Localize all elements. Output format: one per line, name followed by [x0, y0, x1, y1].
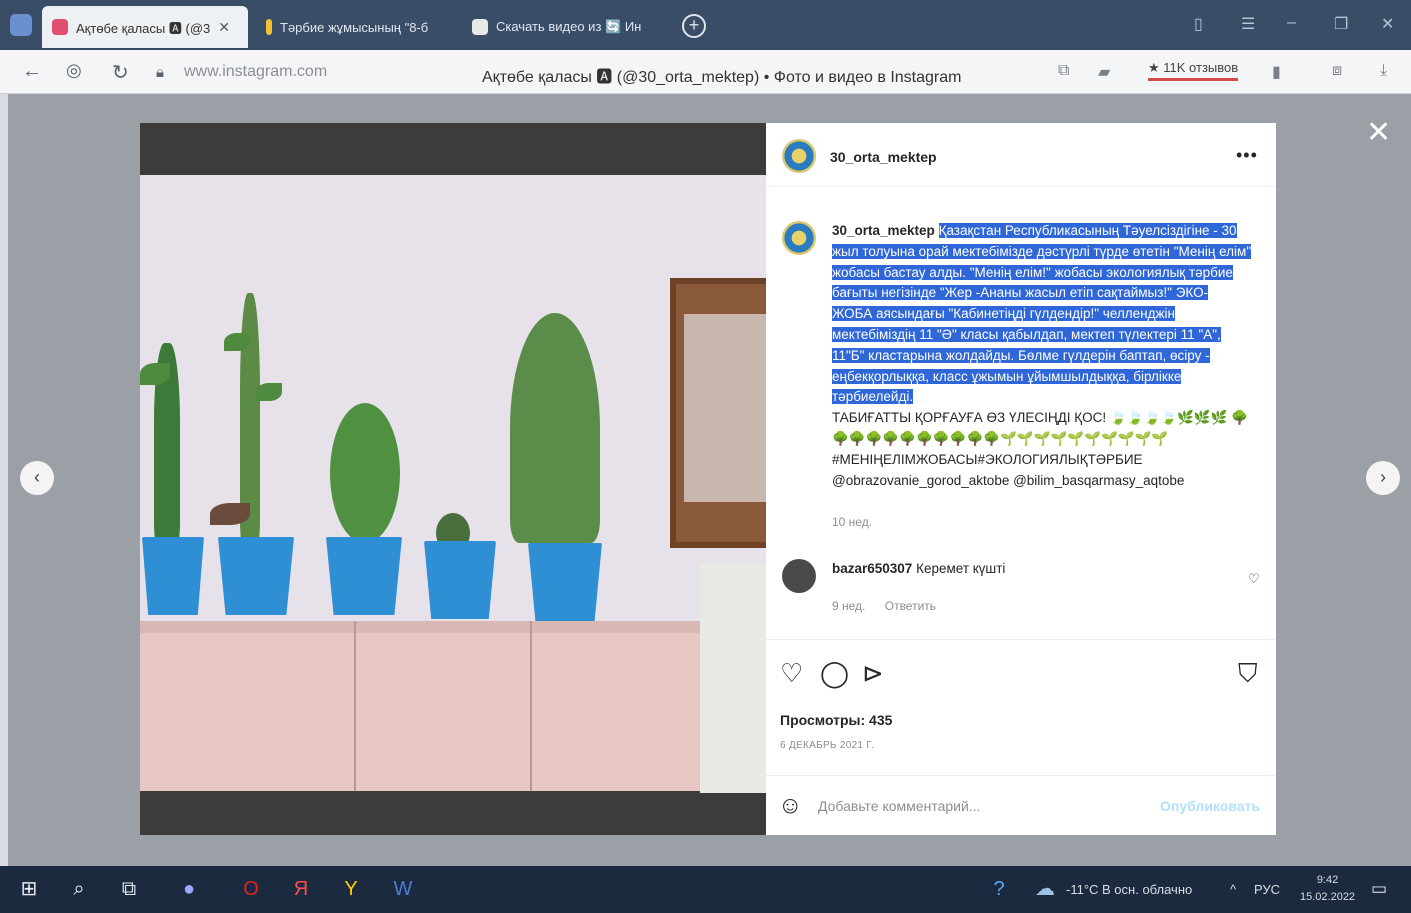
- notifications-icon[interactable]: ▭: [1364, 876, 1394, 902]
- comment-text: Керемет күшті: [916, 561, 1006, 576]
- protect-icon[interactable]: ◎: [66, 60, 82, 81]
- close-tab-icon[interactable]: ✕: [218, 19, 230, 36]
- comment: bazar650307 Керемет күшті: [832, 561, 1005, 576]
- portrait-frame: [670, 278, 766, 548]
- caption-avatar[interactable]: [782, 221, 816, 255]
- help-icon[interactable]: ?: [984, 876, 1014, 902]
- address-bar: ← ◎ ↻ 🔒︎ www.instagram.com Ақтөбе қаласы…: [0, 50, 1411, 94]
- browser-tab-strip: Ақтөбе қаласы 🅰 (@3 ✕ Тәрбие жұмысының "…: [0, 0, 1411, 50]
- search-icon[interactable]: ⌕: [64, 876, 94, 902]
- new-tab-button[interactable]: +: [682, 14, 706, 38]
- close-window-icon[interactable]: ✕: [1381, 14, 1394, 34]
- restore-icon[interactable]: ❐: [1334, 14, 1348, 34]
- clock[interactable]: 9:42 15.02.2022: [1300, 872, 1355, 906]
- post-header: 30_orta_mektep •••: [766, 123, 1276, 187]
- lock-icon: 🔒︎: [156, 64, 164, 81]
- comment-time: 9 нед.: [832, 599, 866, 613]
- language-indicator[interactable]: РУС: [1254, 882, 1280, 897]
- post-actions: ♡ ◯ ⊳ ⛉ Просмотры: 435 6 ДЕКАБРЬ 2021 Г.: [766, 639, 1276, 769]
- instagram-icon: [52, 19, 68, 35]
- comment-meta: 9 нед. Ответить: [832, 599, 952, 613]
- yandex-browser-icon[interactable]: Y: [336, 876, 366, 902]
- flower-pot: [424, 541, 496, 619]
- opera-icon[interactable]: O: [236, 876, 266, 902]
- flower-pot: [528, 543, 602, 621]
- tab-label: Тәрбие жұмысының "8-б: [280, 19, 429, 35]
- share-icon[interactable]: ⊳: [862, 660, 884, 686]
- post-caption: 30_orta_mektep Қазақстан Республикасының…: [832, 221, 1252, 491]
- tab-label: Ақтөбе қаласы 🅰 (@3: [76, 20, 211, 36]
- flower-pot: [218, 537, 294, 615]
- windows-start-icon[interactable]: ⊞: [14, 876, 44, 902]
- tab-label: Скачать видео из 🔄 Ин: [496, 19, 642, 34]
- like-icon[interactable]: ♡: [780, 660, 803, 686]
- post-time: 10 нед.: [832, 515, 873, 529]
- post-photo: [140, 123, 766, 835]
- weather-text[interactable]: -11°C В осн. облачно: [1066, 882, 1192, 897]
- bookmark-icon[interactable]: ▮: [1272, 62, 1281, 82]
- url-field[interactable]: www.instagram.com: [184, 63, 327, 81]
- comment-icon[interactable]: ◯: [820, 660, 849, 686]
- add-comment-bar: ☺ Добавьте комментарий... Опубликовать: [766, 775, 1276, 835]
- weather-icon: ☁: [1035, 878, 1055, 900]
- close-modal-icon[interactable]: ✕: [1366, 118, 1391, 148]
- menu-icon[interactable]: ☰: [1241, 14, 1255, 34]
- word-icon[interactable]: W: [388, 876, 418, 902]
- emoji-icon[interactable]: ☺: [778, 792, 803, 820]
- publish-button[interactable]: Опубликовать: [1160, 798, 1260, 814]
- info-icon: [266, 19, 272, 35]
- site-rating[interactable]: ★ 11K отзывов: [1148, 60, 1239, 81]
- yandex-icon[interactable]: Я: [286, 876, 316, 902]
- task-view-icon[interactable]: ⧉: [114, 876, 144, 902]
- taskbar: ⊞ ⌕ ⧉ ● O Я Y W ? ☁ -11°C В осн. облачно…: [0, 866, 1411, 913]
- more-options-icon[interactable]: •••: [1236, 145, 1258, 166]
- chat-icon[interactable]: ▰: [1098, 62, 1110, 82]
- save-icon[interactable]: ⛉: [1238, 660, 1258, 686]
- caption-text: ТАБИҒАТТЫ ҚОРҒАУҒА ӨЗ ҮЛЕСІҢДІ ҚОС! 🍃🍃🍃🍃…: [832, 410, 1249, 446]
- minimize-icon[interactable]: –: [1287, 14, 1296, 32]
- views-count: Просмотры: 435: [780, 712, 893, 728]
- app-icon[interactable]: ●: [174, 876, 204, 902]
- reload-icon[interactable]: ↻: [112, 60, 129, 85]
- clock-time: 9:42: [1316, 874, 1339, 886]
- caption-mentions[interactable]: @obrazovanie_gorod_aktobe @bilim_basqarm…: [832, 471, 1252, 492]
- caption-hashtags[interactable]: #МЕНІҢЕЛІМЖОБАСЫ#ЭКОЛОГИЯЛЫҚТӘРБИЕ: [832, 450, 1252, 471]
- flower-pot: [142, 537, 204, 615]
- next-post-button[interactable]: ›: [1366, 461, 1400, 495]
- tab-instagram[interactable]: Ақтөбе қаласы 🅰 (@3 ✕: [42, 6, 248, 48]
- browser-menu-icon[interactable]: [10, 14, 32, 36]
- post-date: 6 ДЕКАБРЬ 2021 Г.: [780, 740, 874, 751]
- copy-icon[interactable]: ⧉: [1058, 62, 1069, 80]
- extensions-icon[interactable]: ⧈: [1332, 62, 1342, 80]
- commenter-avatar[interactable]: [782, 559, 816, 593]
- comment-input[interactable]: Добавьте комментарий...: [818, 798, 980, 814]
- back-icon[interactable]: ←: [22, 60, 42, 83]
- avatar[interactable]: [782, 139, 816, 173]
- post-panel: 30_orta_mektep ••• 30_orta_mektep Қазақс…: [766, 123, 1276, 835]
- like-comment-icon[interactable]: ♡: [1248, 571, 1260, 587]
- caption-selected-text: Қазақстан Республикасының Тәуелсіздігіне…: [832, 223, 1252, 405]
- comment-username[interactable]: bazar650307: [832, 561, 912, 576]
- post-username[interactable]: 30_orta_mektep: [830, 149, 937, 165]
- tray-expand-icon[interactable]: ^: [1230, 882, 1236, 897]
- page-title: Ақтөбе қаласы 🅰 (@30_orta_mektep) • Фото…: [482, 69, 962, 86]
- download-site-icon: [472, 19, 488, 35]
- tab-tarbie[interactable]: Тәрбие жұмысының "8-б: [256, 8, 452, 46]
- download-icon[interactable]: ⤓: [1380, 62, 1387, 80]
- caption-username[interactable]: 30_orta_mektep: [832, 223, 935, 238]
- doorway: [700, 563, 766, 793]
- cabinet: [140, 621, 700, 791]
- reply-button[interactable]: Ответить: [885, 599, 936, 613]
- flower-pot: [326, 537, 402, 615]
- clock-date: 15.02.2022: [1300, 891, 1356, 903]
- bookmarks-panel-icon[interactable]: ▯: [1194, 14, 1203, 34]
- prev-post-button[interactable]: ‹: [20, 461, 54, 495]
- tab-download-video[interactable]: Скачать видео из 🔄 Ин: [462, 8, 662, 46]
